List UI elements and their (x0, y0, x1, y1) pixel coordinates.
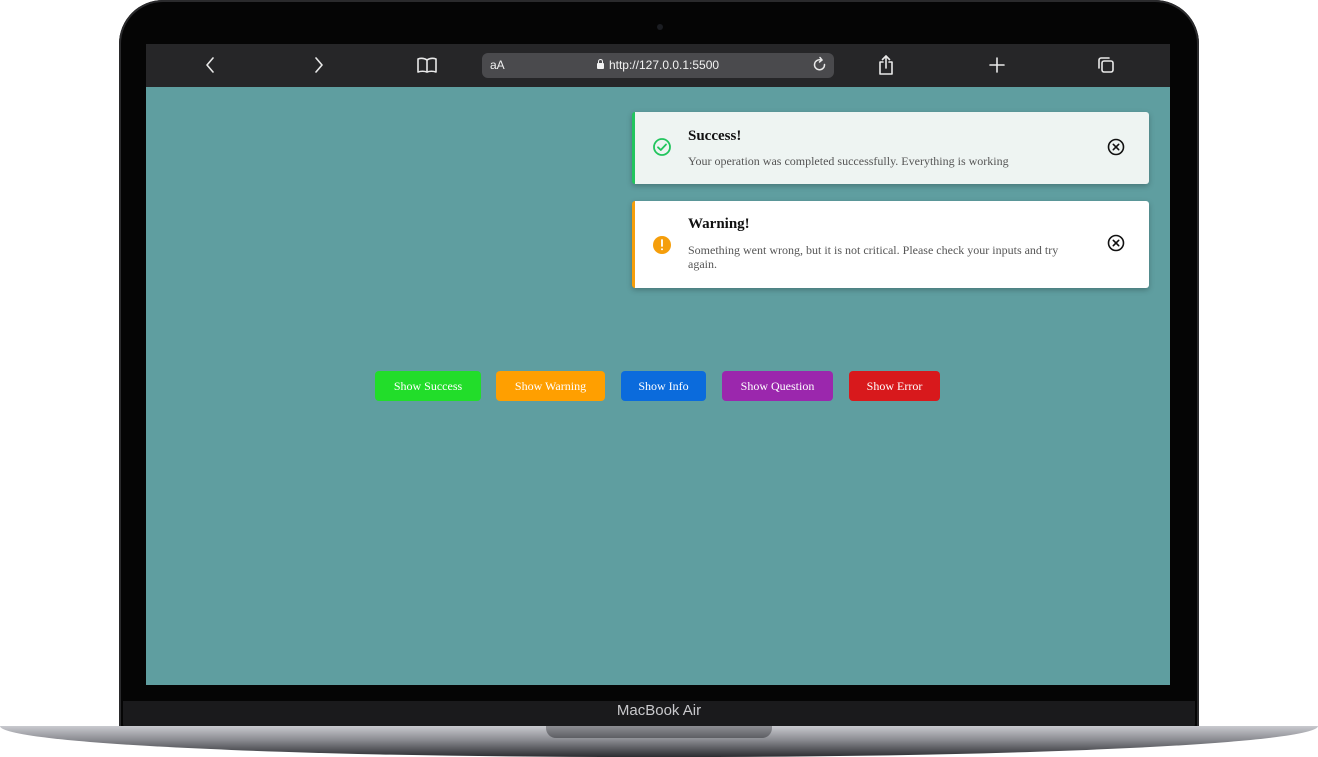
device-label: MacBook Air (616, 702, 702, 719)
forward-icon[interactable] (309, 53, 329, 77)
tabs-overview-icon[interactable] (1096, 53, 1116, 77)
success-toast: Success! Your operation was completed su… (632, 112, 1149, 184)
browser-screen: aA http://127.0.0.1:5500 Success! Your o… (146, 44, 1170, 685)
show-error-button[interactable]: Show Error (849, 371, 940, 401)
toast-title: Warning! (688, 216, 750, 232)
warning-toast: Warning! Something went wrong, but it is… (632, 201, 1149, 288)
toast-message: Your operation was completed successfull… (688, 154, 1009, 168)
check-circle-icon (652, 137, 672, 162)
share-icon[interactable] (876, 53, 896, 77)
lock-icon (596, 59, 604, 69)
close-icon[interactable] (1107, 234, 1125, 252)
show-question-button[interactable]: Show Question (722, 371, 833, 401)
address-bar[interactable]: aA http://127.0.0.1:5500 (482, 53, 834, 78)
url-text: http://127.0.0.1:5500 (608, 58, 720, 72)
show-info-button[interactable]: Show Info (621, 371, 706, 401)
show-warning-button[interactable]: Show Warning (496, 371, 605, 401)
show-success-button[interactable]: Show Success (375, 371, 481, 401)
toast-message: Something went wrong, but it is not crit… (688, 243, 1059, 271)
bookmarks-icon[interactable] (416, 53, 438, 77)
laptop-notch (546, 726, 772, 738)
back-icon[interactable] (200, 53, 220, 77)
close-icon[interactable] (1107, 138, 1125, 156)
new-tab-icon[interactable] (987, 53, 1007, 77)
browser-toolbar: aA http://127.0.0.1:5500 (146, 44, 1170, 87)
reload-icon[interactable] (812, 56, 828, 79)
exclamation-circle-icon (652, 235, 672, 260)
toast-title: Success! (688, 128, 742, 144)
url-display: http://127.0.0.1:5500 (482, 58, 834, 72)
camera-dot (657, 24, 663, 30)
